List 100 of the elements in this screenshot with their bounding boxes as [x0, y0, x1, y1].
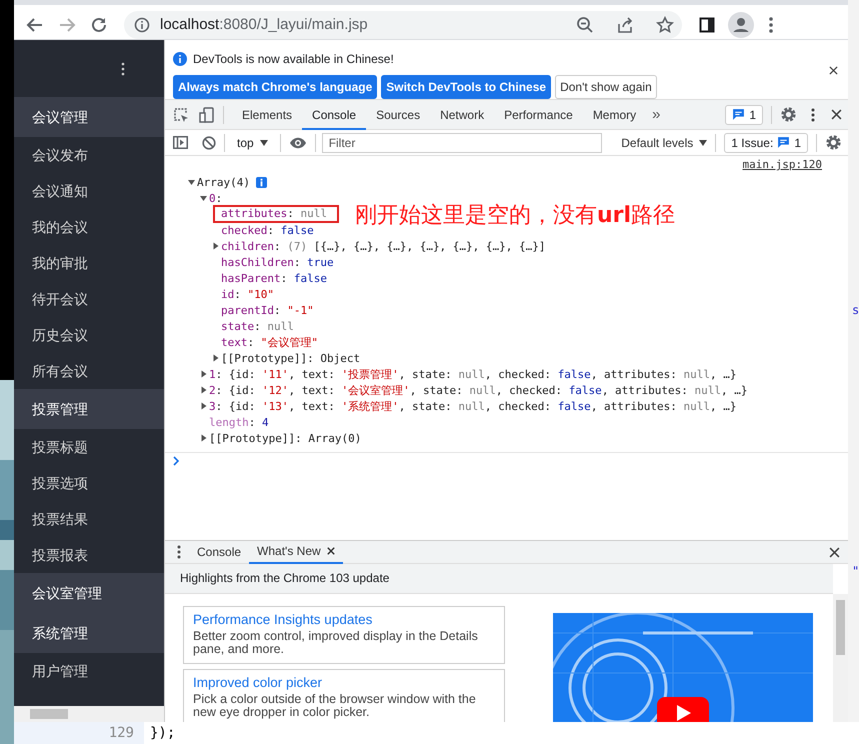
star-icon[interactable]	[656, 16, 674, 34]
menu-item[interactable]: 投票选项	[14, 465, 164, 501]
console-line: length: 4	[209, 416, 269, 428]
collapse-triangle-icon[interactable]	[187, 177, 196, 187]
card-title[interactable]: Improved color picker	[193, 675, 495, 690]
source-link[interactable]: main.jsp:120	[742, 158, 822, 171]
clear-console-icon[interactable]	[202, 136, 216, 150]
menu-item[interactable]: 所有会议	[14, 353, 164, 389]
menu-icon[interactable]	[768, 16, 774, 34]
console-line: checked: false	[221, 224, 314, 236]
console-line: hasChildren: true	[221, 256, 334, 268]
more-icon[interactable]	[811, 108, 815, 122]
console-line[interactable]: 3: {id: '13', text: '系统管理', state: null, checked: false, attributes: null, …}	[209, 398, 737, 414]
expand-triangle-icon[interactable]	[211, 353, 220, 363]
infobar-button[interactable]: Don't show again	[555, 75, 657, 99]
share-icon[interactable]	[616, 16, 634, 34]
console-line: state: null	[221, 320, 294, 332]
console-line: text: "会议管理"	[221, 334, 318, 350]
devtools-tab[interactable]: Sources	[366, 100, 430, 130]
horizontal-scrollbar[interactable]	[14, 706, 164, 722]
feature-card[interactable]: Performance Insights updates Better zoom control, improved display in the Details pane, and more.	[183, 606, 505, 664]
console-line[interactable]: [[Prototype]]: Object	[221, 352, 360, 364]
menu-item[interactable]: 会议通知	[14, 173, 164, 209]
console-line[interactable]: [[Prototype]]: Array(0)	[209, 432, 362, 444]
info-icon[interactable]	[256, 176, 267, 188]
message-icon	[732, 108, 746, 121]
console-line: id: "10"	[221, 288, 274, 300]
more-tabs-button[interactable]: »	[646, 106, 666, 123]
menu-item[interactable]: 投票报表	[14, 537, 164, 573]
levels-dropdown[interactable]: Default levels	[621, 136, 708, 150]
message-icon	[777, 136, 790, 149]
inspect-icon[interactable]	[173, 106, 189, 122]
code-fragment: s	[852, 303, 859, 317]
menu-item[interactable]: 投票结果	[14, 501, 164, 537]
menu-item[interactable]: 用户管理	[14, 653, 164, 689]
expand-triangle-icon[interactable]	[199, 401, 208, 411]
close-icon[interactable]	[829, 66, 838, 75]
console-line[interactable]: Array(4)	[197, 176, 250, 188]
expand-triangle-icon[interactable]	[199, 385, 208, 395]
issues-button[interactable]: 1 Issue: 1	[724, 132, 808, 152]
line-number: 129	[108, 725, 134, 741]
zoom-out-icon[interactable]	[576, 16, 594, 34]
card-title[interactable]: Performance Insights updates	[193, 612, 495, 627]
settings-icon[interactable]	[825, 134, 842, 151]
menu-item[interactable]: 会议发布	[14, 137, 164, 173]
close-icon[interactable]	[829, 546, 840, 558]
expand-triangle-icon[interactable]	[199, 369, 208, 379]
devtools-tab[interactable]: Console	[302, 100, 366, 130]
device-icon[interactable]	[199, 106, 215, 122]
more-icon[interactable]	[177, 545, 181, 559]
menu-item[interactable]: 投票标题	[14, 429, 164, 465]
expand-triangle-icon[interactable]	[211, 241, 220, 251]
close-icon[interactable]	[326, 547, 335, 555]
caret-icon	[260, 140, 268, 146]
sidebar-toggle-icon[interactable]	[173, 136, 188, 149]
left-arrow-icon	[26, 16, 44, 34]
info-icon	[173, 52, 187, 66]
card-description: Pick a color outside of the browser window with the new eye dropper in color picker.	[193, 693, 477, 719]
profile-avatar[interactable]	[728, 12, 754, 38]
expand-triangle-icon[interactable]	[199, 433, 208, 443]
menu-group[interactable]: 系统管理	[14, 613, 164, 653]
vertical-scrollbar[interactable]	[833, 594, 848, 722]
info-icon	[134, 16, 150, 32]
devtools-tab[interactable]: Network	[430, 100, 494, 130]
reload-icon	[90, 16, 108, 34]
devtools-tab[interactable]: Elements	[232, 100, 302, 130]
menu-item[interactable]: 历史会议	[14, 317, 164, 353]
infobar-message: DevTools is now available in Chinese!	[193, 52, 394, 66]
eye-icon[interactable]	[288, 136, 307, 148]
messages-badge[interactable]: 1	[725, 104, 763, 124]
menu-group[interactable]: 会议室管理	[14, 573, 164, 613]
caret-icon	[699, 140, 708, 146]
console-line[interactable]: 1: {id: '11', text: '投票管理', state: null, checked: false, attributes: null, …}	[209, 366, 737, 382]
menu-group[interactable]: 投票管理	[14, 389, 164, 429]
card-description: Better zoom control, improved display in the Details pane, and more.	[193, 630, 479, 656]
devtools-tab[interactable]: Memory	[582, 100, 646, 130]
annotation-text: 刚开始这里是空的，没有url路径	[355, 202, 676, 230]
drawer-tab[interactable]: Console	[189, 540, 250, 564]
infobar-button[interactable]: Switch DevTools to Chinese	[381, 75, 552, 99]
more-icon[interactable]	[121, 62, 125, 76]
menu-item[interactable]: 我的会议	[14, 209, 164, 245]
context-dropdown[interactable]: top	[233, 136, 272, 150]
collapse-triangle-icon[interactable]	[199, 193, 208, 203]
prompt-icon	[173, 456, 180, 466]
code-fragment: "	[852, 564, 859, 578]
console-line: hasParent: false	[221, 272, 327, 284]
drawer-headline: Highlights from the Chrome 103 update	[165, 564, 833, 594]
console-line[interactable]: children: (7) [{…}, {…}, {…}, {…}, {…}, {…}, {…}]	[221, 240, 546, 252]
close-icon[interactable]	[831, 109, 842, 120]
devtools-tab[interactable]: Performance	[494, 100, 583, 130]
filter-field[interactable]: Filter	[322, 132, 602, 152]
menu-item[interactable]: 我的审批	[14, 245, 164, 281]
address-bar[interactable]: localhost:8080/J_layui/main.jsp	[124, 10, 682, 38]
settings-icon[interactable]	[780, 106, 797, 123]
menu-group[interactable]: 会议管理	[14, 97, 164, 137]
infobar-button[interactable]: Always match Chrome's language	[173, 75, 378, 99]
menu-item[interactable]: 待开会议	[14, 281, 164, 317]
console-line[interactable]: 0:	[209, 192, 222, 204]
console-line[interactable]: 2: {id: '12', text: '会议室管理', state: null, checked: false, attributes: null, …}	[209, 382, 748, 398]
code-line: });	[149, 725, 176, 741]
